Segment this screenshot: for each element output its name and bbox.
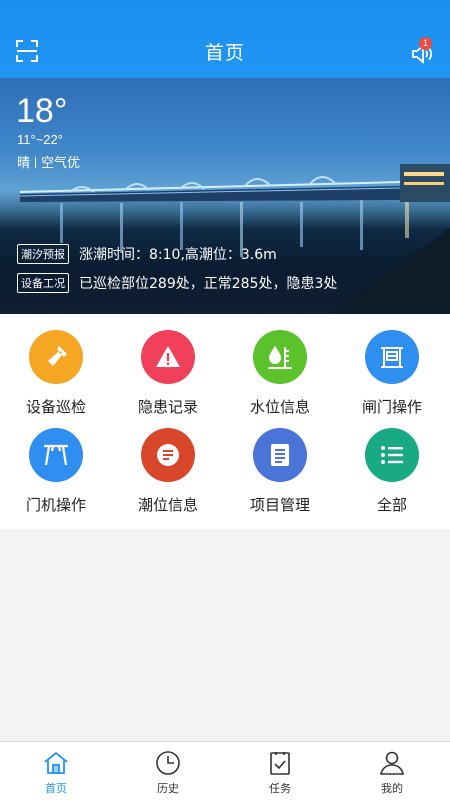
function-grid: 设备巡检 隐患记录 水位信息 闸门操作 门机操作 潮位信息 项目管理 全部 bbox=[0, 314, 450, 529]
task-icon bbox=[270, 752, 290, 775]
crane-icon bbox=[29, 428, 83, 482]
tide-icon bbox=[141, 428, 195, 482]
grid-item-inspection[interactable]: 设备巡检 bbox=[0, 314, 112, 416]
tab-label: 任务 bbox=[269, 782, 291, 795]
grid-item-crane[interactable]: 门机操作 bbox=[0, 412, 112, 514]
home-icon bbox=[44, 751, 68, 774]
bottom-tab-bar: 首页 历史 任务 我的 bbox=[0, 741, 450, 800]
equipment-status-tag: 设备工况 bbox=[17, 273, 69, 293]
tab-label: 历史 bbox=[157, 782, 179, 795]
temperature: 18° bbox=[16, 92, 68, 130]
grid-item-label: 门机操作 bbox=[25, 496, 86, 514]
gate-icon bbox=[365, 330, 419, 384]
hero-banner: 18° 11°~22° 晴空气优 潮汐预报 涨潮时间：8:10,高潮位：3.6m … bbox=[0, 78, 450, 314]
grid-item-label: 项目管理 bbox=[249, 496, 310, 514]
tab-label: 首页 bbox=[45, 782, 67, 795]
grid-item-label: 全部 bbox=[376, 496, 407, 514]
tide-forecast[interactable]: 潮汐预报 涨潮时间：8:10,高潮位：3.6m bbox=[17, 244, 277, 264]
temperature-range: 11°~22° bbox=[17, 132, 63, 147]
clock-icon bbox=[156, 751, 180, 775]
tab-home[interactable]: 首页 bbox=[0, 742, 112, 800]
air-quality: 空气优 bbox=[41, 156, 81, 171]
app-header: 首页 1 bbox=[0, 0, 450, 78]
notification-badge: 1 bbox=[419, 37, 432, 50]
warning-icon bbox=[141, 330, 195, 384]
grid-item-project[interactable]: 项目管理 bbox=[224, 412, 336, 514]
flashlight-icon bbox=[29, 330, 83, 384]
tab-history[interactable]: 历史 bbox=[112, 742, 224, 800]
tab-task[interactable]: 任务 bbox=[224, 742, 336, 800]
weather-text: 晴 bbox=[17, 156, 31, 171]
weather-condition: 晴空气优 bbox=[17, 152, 80, 171]
project-list-icon bbox=[253, 428, 307, 482]
tab-label: 我的 bbox=[381, 782, 403, 795]
grid-item-gate[interactable]: 闸门操作 bbox=[336, 314, 448, 416]
grid-item-water-level[interactable]: 水位信息 bbox=[224, 314, 336, 416]
grid-item-tide[interactable]: 潮位信息 bbox=[112, 412, 224, 514]
page-title: 首页 bbox=[204, 42, 245, 64]
divider bbox=[35, 157, 37, 168]
all-menu-icon bbox=[365, 428, 419, 482]
grid-item-label: 潮位信息 bbox=[137, 496, 198, 514]
grid-item-hazard[interactable]: 隐患记录 bbox=[112, 314, 224, 416]
equipment-status-text: 已巡检部位289处，正常285处，隐患3处 bbox=[79, 276, 338, 292]
water-level-icon bbox=[253, 330, 307, 384]
user-icon bbox=[380, 751, 404, 775]
tab-mine[interactable]: 我的 bbox=[336, 742, 448, 800]
equipment-status[interactable]: 设备工况 已巡检部位289处，正常285处，隐患3处 bbox=[17, 273, 337, 293]
tide-forecast-tag: 潮汐预报 bbox=[17, 244, 69, 264]
tide-forecast-text: 涨潮时间：8:10,高潮位：3.6m bbox=[79, 247, 277, 263]
grid-item-all[interactable]: 全部 bbox=[336, 412, 448, 514]
